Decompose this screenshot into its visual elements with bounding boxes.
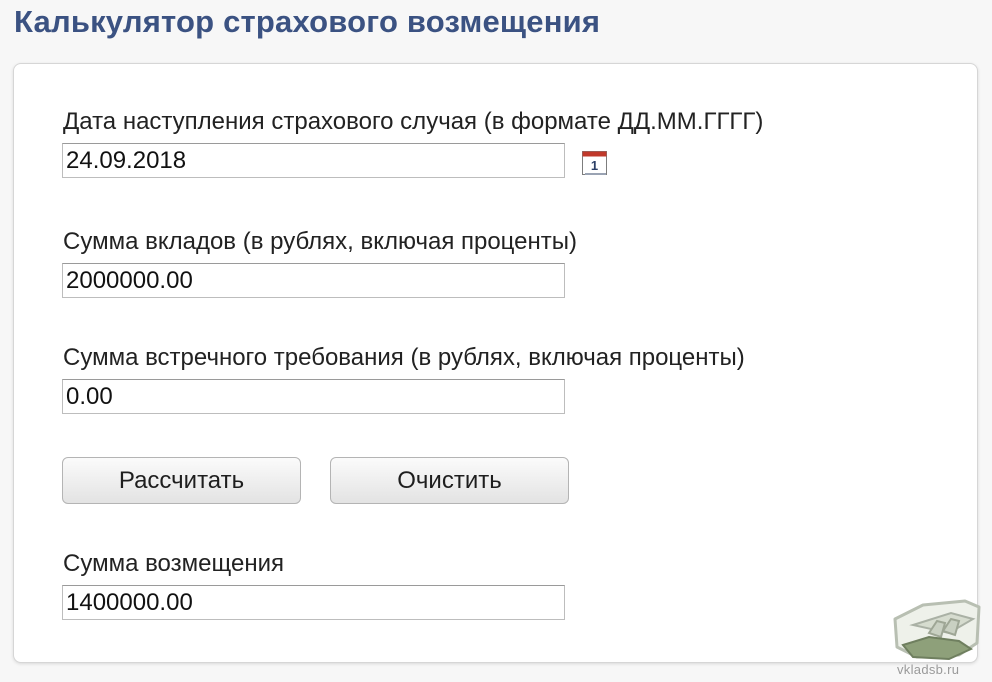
date-input[interactable]: 24.09.2018 bbox=[62, 143, 565, 178]
result-label: Сумма возмещения bbox=[63, 550, 284, 577]
calendar-day-number: 1 bbox=[591, 158, 598, 173]
result-output[interactable]: 1400000.00 bbox=[62, 585, 565, 620]
calculate-button[interactable]: Рассчитать bbox=[62, 457, 301, 504]
page-title: Калькулятор страхового возмещения bbox=[14, 4, 601, 39]
deposits-label: Сумма вкладов (в рублях, включая процент… bbox=[63, 228, 577, 255]
clear-button[interactable]: Очистить bbox=[330, 457, 569, 504]
calendar-icon[interactable]: 1 bbox=[581, 149, 608, 176]
watermark-text: vkladsb.ru bbox=[897, 662, 960, 677]
counterclaim-input[interactable]: 0.00 bbox=[62, 379, 565, 414]
date-label: Дата наступления страхового случая (в фо… bbox=[63, 108, 764, 135]
counterclaim-label: Сумма встречного требования (в рублях, в… bbox=[63, 344, 745, 371]
deposits-input[interactable]: 2000000.00 bbox=[62, 263, 565, 298]
